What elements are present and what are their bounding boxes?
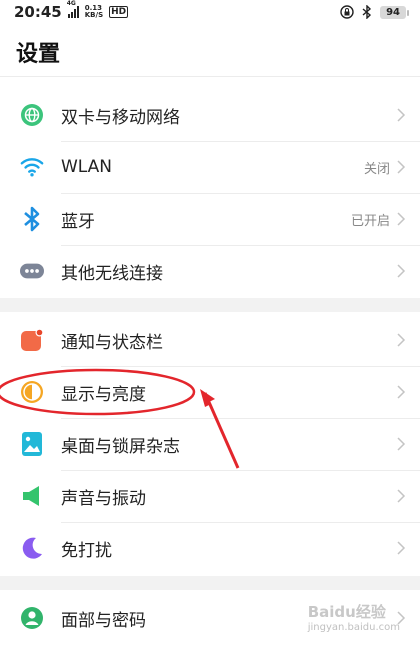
settings-item-do-not-disturb[interactable]: 免打扰 <box>0 522 420 574</box>
status-time: 20:45 <box>14 3 62 21</box>
settings-item-label: 其他无线连接 <box>61 263 163 284</box>
settings-item-notification[interactable]: 通知与状态栏 <box>0 314 420 366</box>
settings-item-sound[interactable]: 声音与振动 <box>0 470 420 522</box>
page-title: 设置 <box>16 42 61 67</box>
chevron-right-icon <box>397 160 406 174</box>
chevron-right-icon <box>397 108 406 122</box>
section-gap <box>0 576 420 590</box>
chevron-right-icon <box>397 333 406 347</box>
status-right: 94 <box>340 5 409 19</box>
chevron-right-icon <box>397 264 406 278</box>
bluetooth-icon <box>20 206 44 232</box>
watermark-url: jingyan.baidu.com <box>307 622 400 633</box>
watermark: Baidu经验 jingyan.baidu.com <box>308 601 400 633</box>
notification-icon <box>20 328 44 352</box>
section-gap <box>0 298 420 312</box>
wallpaper-icon <box>20 432 44 456</box>
settings-item-wlan[interactable]: WLAN 关闭 <box>0 141 420 193</box>
title-divider <box>0 76 420 77</box>
globe-icon <box>20 103 44 127</box>
face-password-icon <box>20 606 44 630</box>
status-left: 20:45 4G 0.13 KB/S HD <box>14 0 129 21</box>
chevron-right-icon <box>397 212 406 226</box>
settings-item-label: 声音与振动 <box>61 488 146 509</box>
brightness-icon <box>20 380 44 404</box>
signal-icon: 4G <box>67 0 79 18</box>
settings-item-value: 已开启 <box>350 213 390 229</box>
settings-item-label: 双卡与移动网络 <box>61 107 180 128</box>
net-speed: 0.13 KB/S <box>85 5 103 19</box>
settings-item-wallpaper[interactable]: 桌面与锁屏杂志 <box>0 418 420 470</box>
chevron-right-icon <box>397 541 406 555</box>
settings-item-label: 蓝牙 <box>61 211 95 232</box>
moon-icon <box>20 536 44 560</box>
settings-item-dual-sim[interactable]: 双卡与移动网络 <box>0 89 420 141</box>
settings-item-label: 桌面与锁屏杂志 <box>61 436 180 457</box>
more-icon <box>20 259 44 283</box>
status-bar: 20:45 4G 0.13 KB/S HD 94 <box>0 0 420 24</box>
settings-item-label: WLAN <box>61 157 113 177</box>
battery-indicator: 94 <box>380 5 409 19</box>
settings-item-display-brightness[interactable]: 显示与亮度 <box>0 366 420 418</box>
chevron-right-icon <box>397 489 406 503</box>
chevron-right-icon <box>397 437 406 451</box>
wifi-icon <box>20 155 44 179</box>
settings-item-label: 面部与密码 <box>61 610 146 631</box>
net-speed-unit: KB/S <box>84 11 104 19</box>
watermark-title: Baidu经验 <box>307 603 386 621</box>
bluetooth-status-icon <box>362 5 372 19</box>
settings-item-other-wireless[interactable]: 其他无线连接 <box>0 245 420 297</box>
lock-rotation-icon <box>340 5 354 19</box>
settings-item-label: 免打扰 <box>61 540 112 561</box>
settings-item-bluetooth[interactable]: 蓝牙 已开启 <box>0 193 420 245</box>
speaker-icon <box>20 484 44 508</box>
settings-item-label: 通知与状态栏 <box>61 332 163 353</box>
chevron-right-icon <box>397 385 406 399</box>
settings-item-label: 显示与亮度 <box>61 384 146 405</box>
settings-item-value: 关闭 <box>363 161 390 177</box>
hd-badge: HD <box>109 6 129 18</box>
signal-label: 4G <box>66 0 76 7</box>
